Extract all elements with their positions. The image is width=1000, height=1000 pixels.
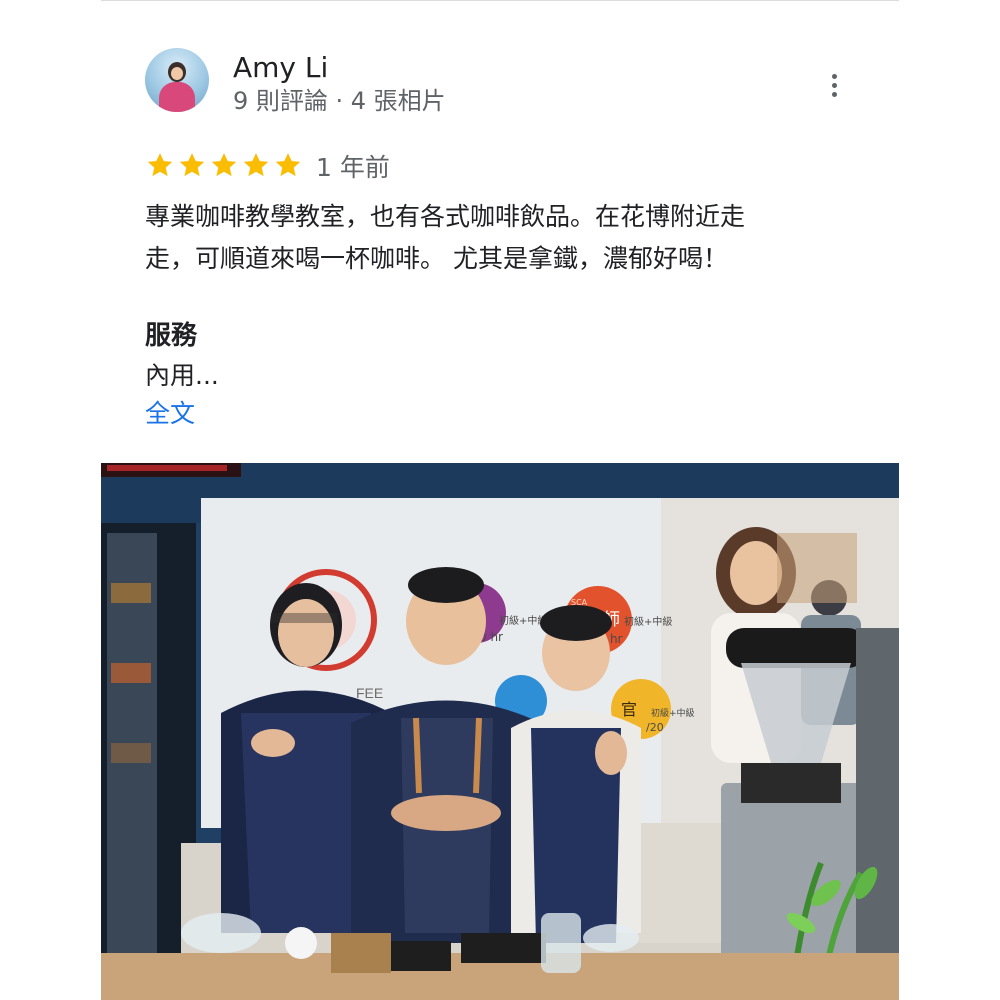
sign-3-text: 官 — [621, 700, 637, 719]
review-text: 專業咖啡教學教室，也有各式咖啡飲品。在花博附近走 走，可順道來喝一杯咖啡。 尤其… — [145, 196, 845, 280]
reviewer-name[interactable]: Amy Li — [233, 50, 328, 86]
service-value: 內用... — [145, 361, 219, 390]
star-icon — [211, 153, 237, 177]
reviewer-meta: 9 則評論 · 4 張相片 — [233, 87, 446, 115]
avatar-coat — [159, 82, 195, 112]
review-photo[interactable]: FEE 師 初級+中級 0 hr 烘豆師 初級+中級 週 /30 hr SCA … — [101, 463, 899, 1000]
star-icon — [179, 153, 205, 177]
review-text-line: 走，可順道來喝一杯咖啡。 尤其是拿鐵，濃郁好喝！ — [145, 244, 728, 273]
star-icon — [275, 153, 301, 177]
star-icon — [147, 153, 173, 177]
reviewer-avatar[interactable] — [145, 48, 209, 112]
avatar-face — [171, 67, 183, 80]
service-heading: 服務 — [145, 321, 198, 351]
top-divider — [101, 0, 899, 1]
more-vert-icon[interactable] — [820, 66, 850, 104]
sign-3-hours: /20 — [646, 721, 664, 734]
sign-3-sub: 初級+中級 — [651, 707, 695, 719]
read-more-link[interactable]: 全文 — [145, 396, 195, 432]
review-time: 1 年前 — [316, 153, 390, 182]
star-rating — [145, 150, 303, 182]
sign-2-sub: 初級+中級 — [624, 615, 672, 628]
star-icon — [243, 153, 269, 177]
review-text-line: 專業咖啡教學教室，也有各式咖啡飲品。在花博附近走 — [145, 202, 746, 231]
sign-1-sub: 初級+中級 — [499, 614, 547, 627]
brand-fragment-text: FEE — [356, 685, 383, 701]
